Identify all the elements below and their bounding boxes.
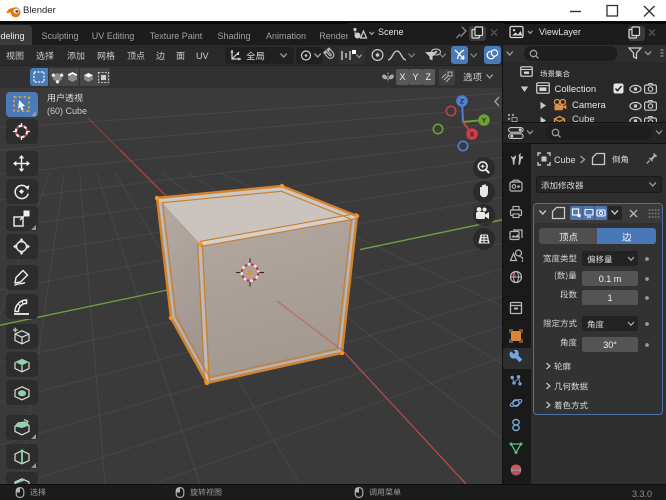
- svg-text:X: X: [470, 131, 475, 138]
- svg-text:Y: Y: [482, 117, 487, 124]
- svg-text:Z: Z: [460, 98, 464, 105]
